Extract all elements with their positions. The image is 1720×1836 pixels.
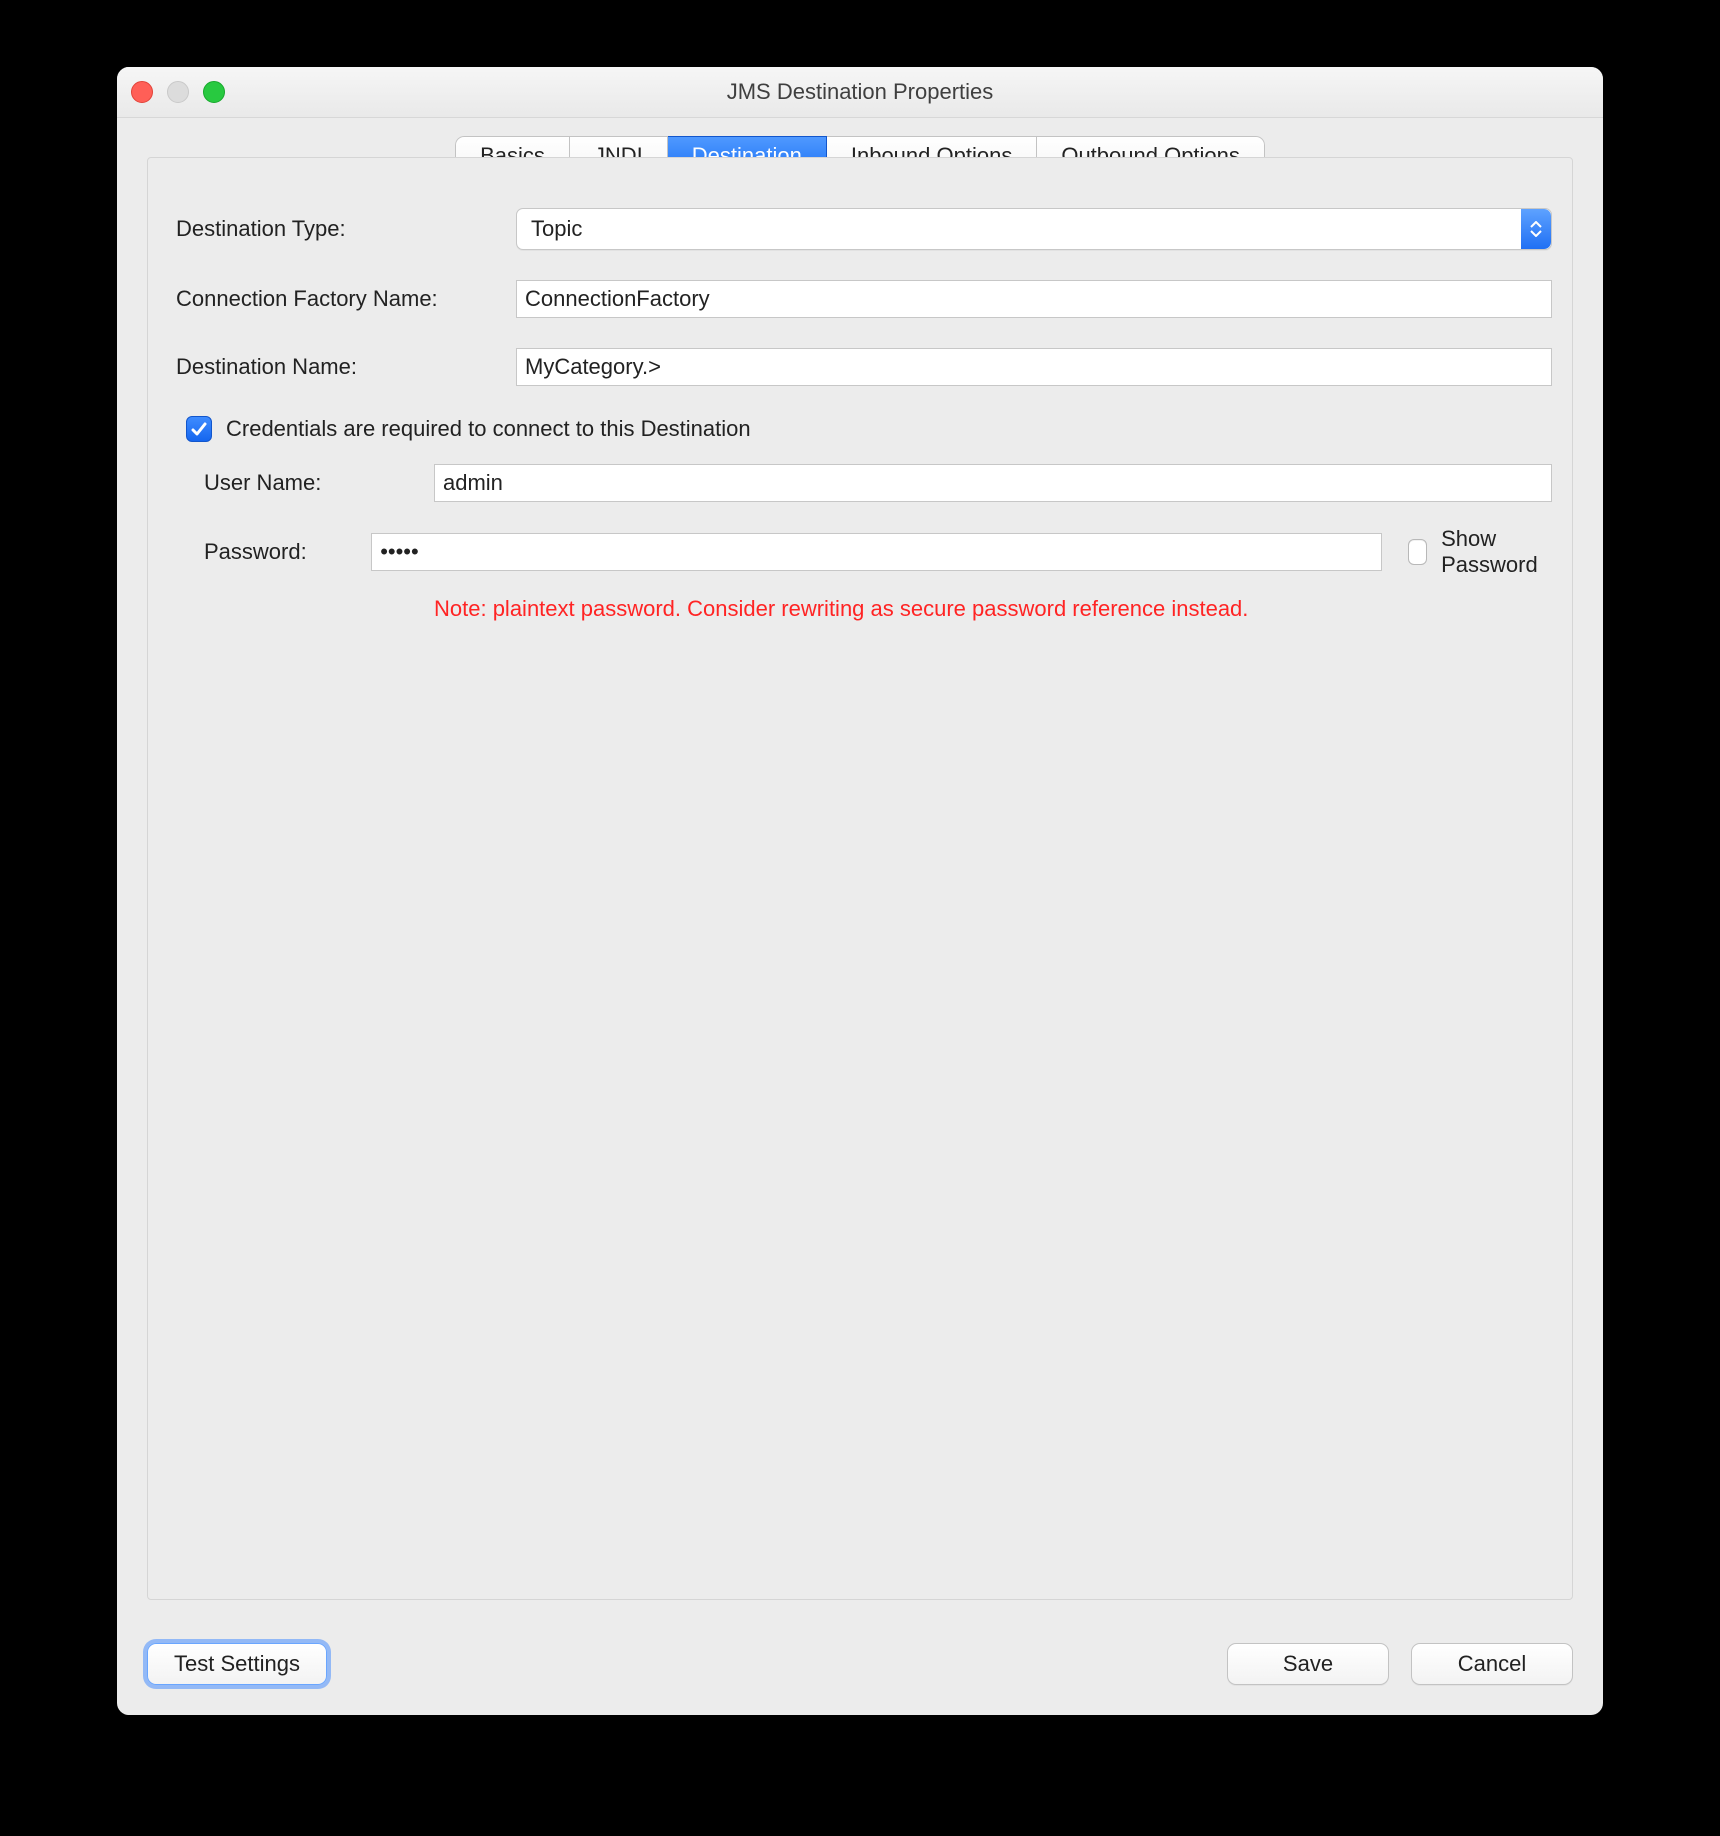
minimize-window-button [167, 81, 189, 103]
credentials-required-label: Credentials are required to connect to t… [226, 416, 751, 442]
password-label: Password: [168, 539, 371, 565]
show-password-label: Show Password [1441, 526, 1552, 578]
cancel-button[interactable]: Cancel [1411, 1643, 1573, 1685]
form-panel: Destination Type: Topic Connection Facto… [147, 157, 1573, 1600]
test-settings-button[interactable]: Test Settings [147, 1643, 327, 1685]
username-row: User Name: [168, 464, 1552, 502]
window-controls [131, 81, 225, 103]
destination-name-label: Destination Name: [168, 354, 516, 380]
connection-factory-label: Connection Factory Name: [168, 286, 516, 312]
dialog-window: JMS Destination Properties Basics JNDI D… [117, 67, 1603, 1715]
zoom-window-button[interactable] [203, 81, 225, 103]
destination-type-label: Destination Type: [168, 216, 516, 242]
username-input[interactable] [434, 464, 1552, 502]
destination-type-row: Destination Type: Topic [168, 208, 1552, 250]
connection-factory-row: Connection Factory Name: [168, 280, 1552, 318]
select-chevron-icon [1521, 209, 1551, 249]
password-warning: Note: plaintext password. Consider rewri… [434, 596, 1552, 622]
titlebar: JMS Destination Properties [117, 67, 1603, 118]
destination-name-input[interactable] [516, 348, 1552, 386]
dialog-footer: Test Settings Save Cancel [147, 1643, 1573, 1685]
destination-type-value: Topic [517, 216, 582, 242]
username-label: User Name: [168, 470, 434, 496]
password-input[interactable] [371, 533, 1382, 571]
show-password-checkbox[interactable] [1408, 539, 1427, 565]
credentials-required-row: Credentials are required to connect to t… [186, 416, 1552, 442]
credentials-required-checkbox[interactable] [186, 416, 212, 442]
destination-name-row: Destination Name: [168, 348, 1552, 386]
close-window-button[interactable] [131, 81, 153, 103]
connection-factory-input[interactable] [516, 280, 1552, 318]
show-password-group: Show Password [1408, 526, 1552, 578]
window-title: JMS Destination Properties [117, 79, 1603, 105]
password-row: Password: Show Password [168, 526, 1552, 578]
destination-type-select[interactable]: Topic [516, 208, 1552, 250]
save-button[interactable]: Save [1227, 1643, 1389, 1685]
